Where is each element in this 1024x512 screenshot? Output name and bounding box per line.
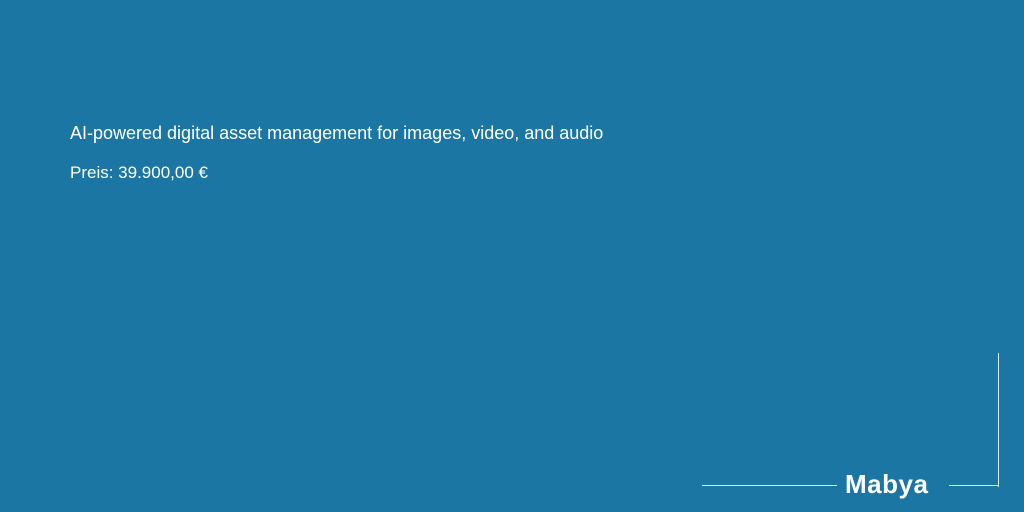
- frame-line-vertical: [998, 353, 999, 487]
- product-price: Preis: 39.900,00 €: [70, 163, 208, 182]
- share-card: AI-powered digital asset management for …: [0, 0, 1024, 512]
- frame-line-right: [949, 485, 999, 486]
- brand-logo: Mabya: [845, 469, 929, 499]
- frame-line-left: [702, 485, 837, 486]
- product-headline: AI-powered digital asset management for …: [70, 123, 604, 143]
